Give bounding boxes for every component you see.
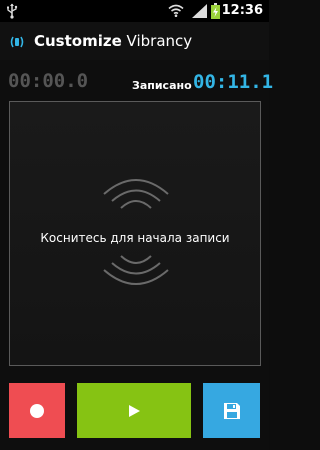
app-title-light: Vibrancy	[121, 32, 193, 50]
status-bar: 12:36	[0, 0, 269, 22]
status-clock: 12:36	[221, 3, 263, 18]
touch-record-area[interactable]: Коснитесь для начала записи	[9, 101, 261, 366]
app-title-bold: Customize	[34, 32, 122, 50]
action-bar: Customize Vibrancy	[0, 22, 269, 60]
record-icon	[30, 403, 44, 418]
app-title: Customize Vibrancy	[34, 32, 192, 50]
app-screen: 12:36 Customize Vibrancy 00:00.0 Записан…	[0, 0, 273, 450]
recorded-label: Записано	[132, 79, 192, 92]
record-button[interactable]	[9, 383, 65, 438]
vibration-waves-bottom-icon	[103, 255, 169, 285]
elapsed-timer: 00:00.0	[8, 70, 89, 92]
usb-icon	[7, 3, 18, 19]
recorded-timer: 00:11.1	[193, 71, 274, 93]
save-icon	[223, 402, 240, 419]
signal-icon	[192, 4, 207, 18]
battery-charging-icon	[211, 3, 220, 19]
vibration-icon	[10, 36, 24, 48]
play-icon	[129, 404, 140, 417]
save-button[interactable]	[203, 383, 260, 438]
wifi-icon	[168, 4, 184, 17]
vibration-waves-top-icon	[103, 179, 169, 209]
touch-hint-text: Коснитесь для начала записи	[40, 231, 230, 245]
play-button[interactable]	[77, 383, 191, 438]
